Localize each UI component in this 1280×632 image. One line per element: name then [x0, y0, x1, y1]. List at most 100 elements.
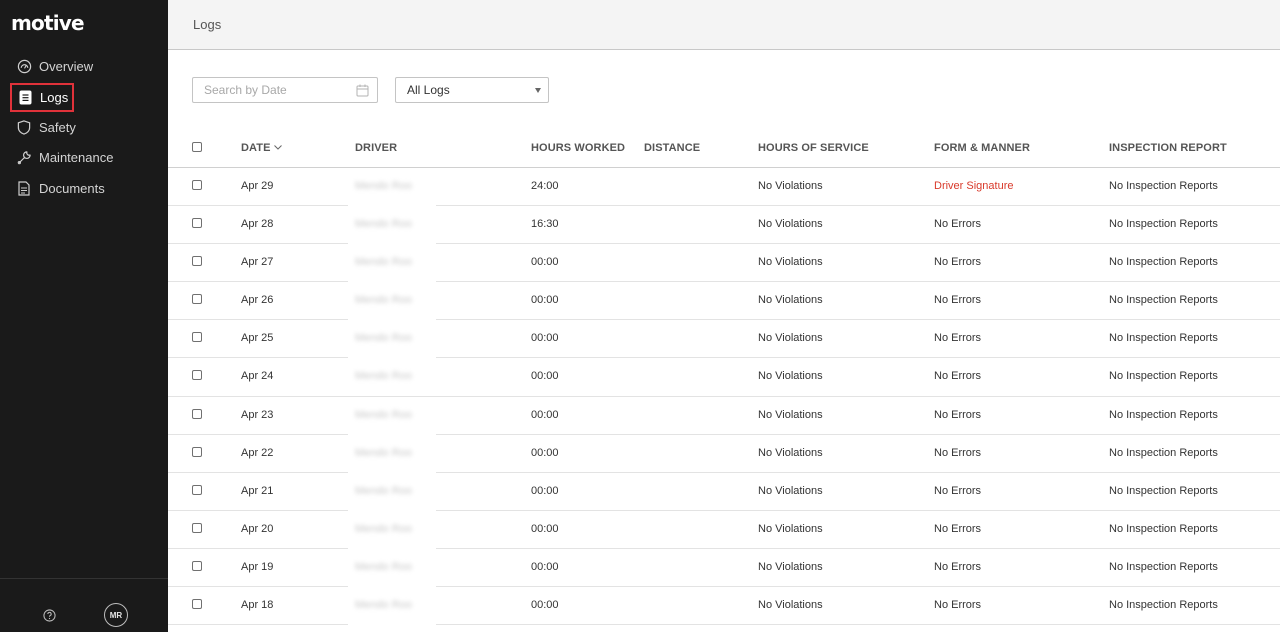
- cell-hours-of-service[interactable]: No Violations: [758, 561, 823, 573]
- cell-driver[interactable]: Mendo Roo: [348, 206, 436, 245]
- motive-logo[interactable]: motive: [11, 11, 85, 35]
- cell-hours-of-service[interactable]: No Violations: [758, 332, 823, 344]
- driver-name-redacted: Mendo Roo: [355, 218, 412, 231]
- cell-date[interactable]: Apr 23: [241, 409, 273, 421]
- cell-driver[interactable]: Mendo Roo: [348, 358, 436, 397]
- search-by-date-field[interactable]: [192, 77, 378, 103]
- row-checkbox[interactable]: [192, 484, 202, 495]
- row-checkbox[interactable]: [192, 256, 202, 267]
- sidebar-item-safety[interactable]: Safety: [10, 112, 160, 142]
- cell-date[interactable]: Apr 20: [241, 523, 273, 535]
- logs-filter-select[interactable]: All Logs: [395, 77, 549, 103]
- cell-inspection-report[interactable]: No Inspection Reports: [1109, 256, 1218, 268]
- table-row[interactable]: Apr 24 Mendo Roo 00:00 No Violations No Erro…: [168, 358, 1280, 397]
- table-row[interactable]: Apr 28 Mendo Roo 16:30 No Violations No Erro…: [168, 206, 1280, 245]
- cell-date[interactable]: Apr 19: [241, 561, 273, 573]
- row-checkbox[interactable]: [192, 332, 202, 343]
- row-checkbox[interactable]: [192, 370, 202, 381]
- sidebar-item-logs[interactable]: Logs: [10, 83, 74, 112]
- cell-inspection-report[interactable]: No Inspection Reports: [1109, 599, 1218, 611]
- cell-form-and-manner[interactable]: No Errors: [934, 561, 981, 573]
- cell-hours-of-service[interactable]: No Violations: [758, 218, 823, 230]
- table-row[interactable]: Apr 23 Mendo Roo 00:00 No Violations No Erro…: [168, 396, 1280, 435]
- cell-date[interactable]: Apr 26: [241, 294, 273, 306]
- cell-hours-of-service[interactable]: No Violations: [758, 409, 823, 421]
- sidebar-item-maintenance[interactable]: Maintenance: [10, 142, 160, 172]
- cell-inspection-report[interactable]: No Inspection Reports: [1109, 409, 1218, 421]
- cell-form-and-manner[interactable]: No Errors: [934, 447, 981, 459]
- cell-date[interactable]: Apr 24: [241, 370, 273, 382]
- cell-inspection-report[interactable]: No Inspection Reports: [1109, 218, 1218, 230]
- cell-inspection-report[interactable]: No Inspection Reports: [1109, 370, 1218, 382]
- sidebar-item-documents[interactable]: Documents: [10, 173, 160, 203]
- table-row[interactable]: Apr 19 Mendo Roo 00:00 No Violations No Erro…: [168, 548, 1280, 588]
- cell-date[interactable]: Apr 25: [241, 332, 273, 344]
- cell-hours-of-service[interactable]: No Violations: [758, 447, 823, 459]
- table-row[interactable]: Apr 25 Mendo Roo 00:00 No Violations No Erro…: [168, 320, 1280, 359]
- cell-driver[interactable]: Mendo Roo: [348, 282, 436, 321]
- table-row[interactable]: Apr 20 Mendo Roo 00:00 No Violations No Erro…: [168, 510, 1280, 549]
- cell-form-and-manner[interactable]: No Errors: [934, 218, 981, 230]
- cell-date[interactable]: Apr 21: [241, 485, 273, 497]
- cell-hours-of-service[interactable]: No Violations: [758, 599, 823, 611]
- cell-inspection-report[interactable]: No Inspection Reports: [1109, 294, 1218, 306]
- cell-hours-of-service[interactable]: No Violations: [758, 294, 823, 306]
- cell-date[interactable]: Apr 27: [241, 256, 273, 268]
- cell-form-and-manner[interactable]: No Errors: [934, 294, 981, 306]
- cell-form-and-manner[interactable]: No Errors: [934, 485, 981, 497]
- cell-driver[interactable]: Mendo Roo: [348, 587, 436, 626]
- cell-form-and-manner[interactable]: No Errors: [934, 523, 981, 535]
- cell-driver[interactable]: Mendo Roo: [348, 168, 436, 206]
- sidebar-item-overview[interactable]: Overview: [10, 51, 160, 81]
- column-header-date[interactable]: DATE: [241, 142, 282, 154]
- cell-form-and-manner[interactable]: No Errors: [934, 599, 981, 611]
- cell-inspection-report[interactable]: No Inspection Reports: [1109, 485, 1218, 497]
- cell-inspection-report[interactable]: No Inspection Reports: [1109, 561, 1218, 573]
- row-checkbox[interactable]: [192, 599, 202, 610]
- cell-form-and-manner[interactable]: No Errors: [934, 370, 981, 382]
- table-row[interactable]: Apr 21 Mendo Roo 00:00 No Violations No Erro…: [168, 472, 1280, 511]
- cell-hours-of-service[interactable]: No Violations: [758, 523, 823, 535]
- cell-driver[interactable]: Mendo Roo: [348, 320, 436, 359]
- select-all-checkbox[interactable]: [192, 142, 202, 152]
- table-row[interactable]: Apr 18 Mendo Roo 00:00 No Violations No Erro…: [168, 587, 1280, 626]
- table-row[interactable]: Apr 22 Mendo Roo 00:00 No Violations No Erro…: [168, 434, 1280, 473]
- cell-date[interactable]: Apr 29: [241, 180, 273, 192]
- row-checkbox[interactable]: [192, 560, 202, 571]
- cell-inspection-report[interactable]: No Inspection Reports: [1109, 332, 1218, 344]
- calendar-icon[interactable]: [356, 84, 369, 97]
- cell-hours-of-service[interactable]: No Violations: [758, 256, 823, 268]
- cell-hours-of-service[interactable]: No Violations: [758, 180, 823, 192]
- cell-driver[interactable]: Mendo Roo: [348, 510, 436, 549]
- cell-driver[interactable]: Mendo Roo: [348, 434, 436, 473]
- cell-form-and-manner[interactable]: No Errors: [934, 409, 981, 421]
- row-checkbox[interactable]: [192, 408, 202, 419]
- search-input[interactable]: [204, 78, 354, 102]
- table-row[interactable]: Apr 29 Mendo Roo 24:00 No Violations Driver …: [168, 168, 1280, 207]
- row-checkbox[interactable]: [192, 522, 202, 533]
- cell-driver[interactable]: Mendo Roo: [348, 472, 436, 511]
- cell-inspection-report[interactable]: No Inspection Reports: [1109, 447, 1218, 459]
- avatar[interactable]: MR: [104, 603, 128, 627]
- cell-date[interactable]: Apr 18: [241, 599, 273, 611]
- cell-inspection-report[interactable]: No Inspection Reports: [1109, 523, 1218, 535]
- table-row[interactable]: Apr 26 Mendo Roo 00:00 No Violations No Erro…: [168, 282, 1280, 321]
- row-checkbox[interactable]: [192, 180, 202, 190]
- cell-hours-of-service[interactable]: No Violations: [758, 485, 823, 497]
- row-checkbox[interactable]: [192, 218, 202, 229]
- cell-driver[interactable]: Mendo Roo: [348, 548, 436, 587]
- cell-date[interactable]: Apr 28: [241, 218, 273, 230]
- sidebar-item-label: Maintenance: [39, 149, 114, 165]
- table-row[interactable]: Apr 27 Mendo Roo 00:00 No Violations No Erro…: [168, 244, 1280, 283]
- cell-driver[interactable]: Mendo Roo: [348, 396, 436, 435]
- cell-inspection-report[interactable]: No Inspection Reports: [1109, 180, 1218, 192]
- row-checkbox[interactable]: [192, 446, 202, 457]
- cell-form-and-manner[interactable]: Driver Signature: [934, 180, 1013, 192]
- cell-date[interactable]: Apr 22: [241, 447, 273, 459]
- help-icon[interactable]: [42, 608, 56, 622]
- cell-hours-of-service[interactable]: No Violations: [758, 370, 823, 382]
- row-checkbox[interactable]: [192, 294, 202, 305]
- cell-driver[interactable]: Mendo Roo: [348, 244, 436, 283]
- cell-form-and-manner[interactable]: No Errors: [934, 332, 981, 344]
- cell-form-and-manner[interactable]: No Errors: [934, 256, 981, 268]
